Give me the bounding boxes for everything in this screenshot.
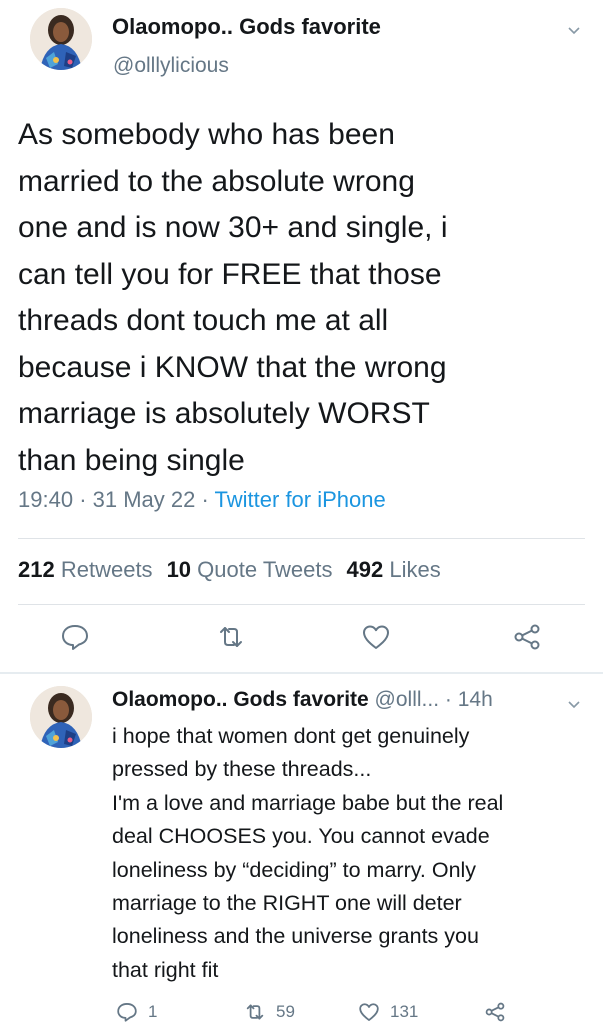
- reply-bubble-icon[interactable]: [60, 622, 90, 652]
- heart-icon[interactable]: [361, 622, 391, 652]
- main-tweet: Olaomopo.. Gods favorite @olllylicious A…: [0, 0, 603, 672]
- reply-bubble-icon: [117, 1003, 137, 1022]
- avatar[interactable]: [30, 686, 92, 748]
- retweets-label: Retweets: [60, 557, 153, 582]
- quotes-label: Quote Tweets: [197, 557, 333, 582]
- reply-text: i hope that women dont get genuinely pre…: [112, 724, 504, 982]
- author-name[interactable]: Olaomopo.. Gods favorite: [112, 14, 381, 40]
- reply-timestamp[interactable]: 14h: [458, 688, 493, 711]
- reply-share-button[interactable]: [484, 1000, 516, 1024]
- reply-header: Olaomopo.. Gods favorite @olll... · 14h: [112, 688, 493, 712]
- reply-author-handle[interactable]: @olll...: [375, 688, 440, 711]
- divider: [18, 538, 585, 539]
- author-handle[interactable]: @olllylicious: [113, 54, 229, 78]
- reply-author-name[interactable]: Olaomopo.. Gods favorite: [112, 688, 369, 711]
- reply-retweets-count: 59: [276, 1002, 295, 1021]
- reply-retweet-button[interactable]: 59: [244, 1000, 295, 1024]
- reply-likes-count: 131: [390, 1002, 419, 1021]
- likes-label: Likes: [389, 557, 441, 582]
- quotes-count: 10: [166, 557, 192, 582]
- meta-separator: ·: [201, 487, 215, 512]
- tweet-time: 19:40: [18, 487, 74, 512]
- retweets-count: 212: [18, 557, 55, 582]
- reply-replies-count: 1: [148, 1002, 158, 1021]
- reply-reply-button[interactable]: 1: [116, 1000, 157, 1024]
- tweet-meta: 19:40 · 31 May 22 · Twitter for iPhone: [18, 487, 386, 513]
- thread-separator: [0, 672, 603, 674]
- share-icon: [485, 1002, 505, 1022]
- retweets-stat[interactable]: 212 Retweets: [18, 557, 153, 582]
- tweet-text: As somebody who has been married to the …: [18, 118, 448, 477]
- reply-like-button[interactable]: 131: [358, 1000, 418, 1024]
- retweet-icon: [246, 1004, 264, 1020]
- quotes-stat[interactable]: 10 Quote Tweets: [167, 557, 333, 582]
- likes-count: 492: [346, 557, 384, 582]
- share-icon[interactable]: [512, 622, 542, 652]
- divider: [18, 604, 585, 605]
- likes-stat[interactable]: 492 Likes: [347, 557, 441, 582]
- tweet-source-link[interactable]: Twitter for iPhone: [215, 487, 386, 512]
- heart-icon: [359, 1003, 379, 1021]
- meta-separator: ·: [79, 487, 93, 512]
- reply-separator: ·: [444, 688, 458, 711]
- tweet-date: 31 May 22: [92, 487, 196, 512]
- chevron-down-icon[interactable]: [567, 698, 581, 712]
- avatar[interactable]: [30, 8, 92, 70]
- retweet-icon[interactable]: [216, 622, 246, 652]
- chevron-down-icon[interactable]: [567, 24, 581, 38]
- tweet-stats: 212 Retweets 10 Quote Tweets 492 Likes: [18, 557, 441, 583]
